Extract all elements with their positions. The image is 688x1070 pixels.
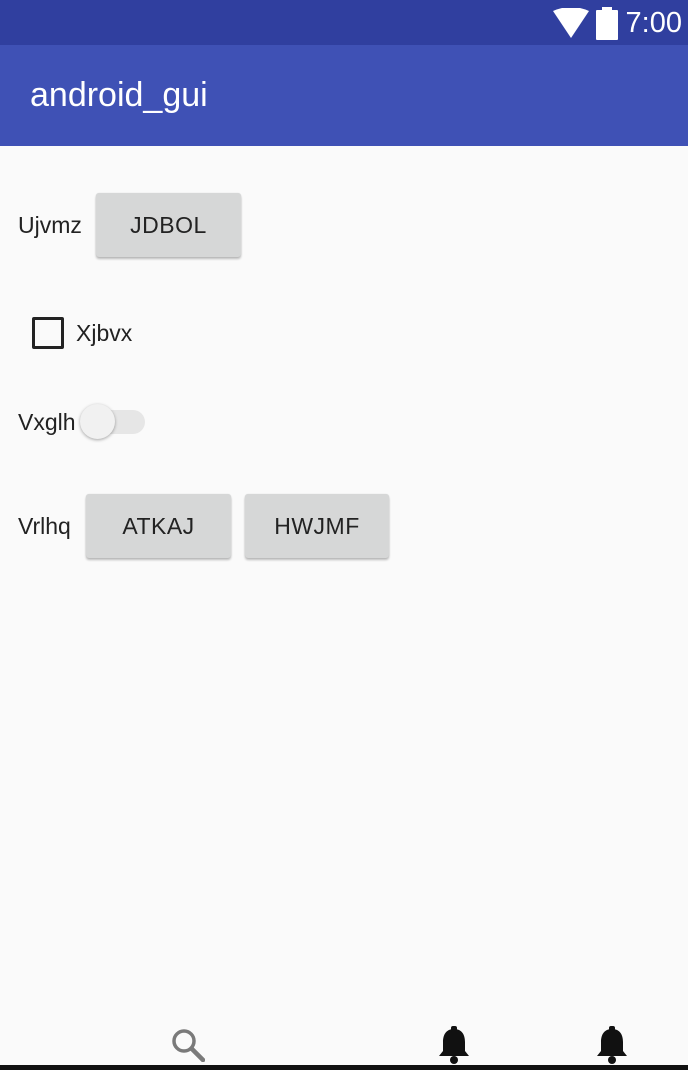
jdbol-button[interactable]: JDBOL	[96, 193, 241, 257]
checkbox[interactable]	[32, 317, 64, 349]
battery-icon	[596, 7, 618, 40]
bottom-navigation	[0, 1010, 688, 1070]
bell-icon[interactable]	[596, 1026, 628, 1064]
checkbox-label: Xjbvx	[76, 320, 133, 346]
app-title: android_gui	[30, 76, 208, 114]
bottom-divider	[0, 1065, 688, 1070]
row4-label: Vrlhq	[18, 513, 71, 539]
row1-label: Ujvmz	[18, 212, 82, 238]
app-bar: android_gui	[0, 45, 688, 146]
wifi-icon	[553, 8, 589, 38]
bell-icon[interactable]	[438, 1026, 470, 1064]
hwjmf-button[interactable]: HWJMF	[245, 494, 389, 558]
status-time: 7:00	[625, 7, 682, 39]
switch-thumb[interactable]	[80, 404, 115, 439]
search-icon[interactable]	[171, 1028, 205, 1062]
status-bar: 7:00	[0, 0, 688, 45]
atkaj-button[interactable]: ATKAJ	[86, 494, 231, 558]
switch-label: Vxglh	[18, 409, 76, 435]
